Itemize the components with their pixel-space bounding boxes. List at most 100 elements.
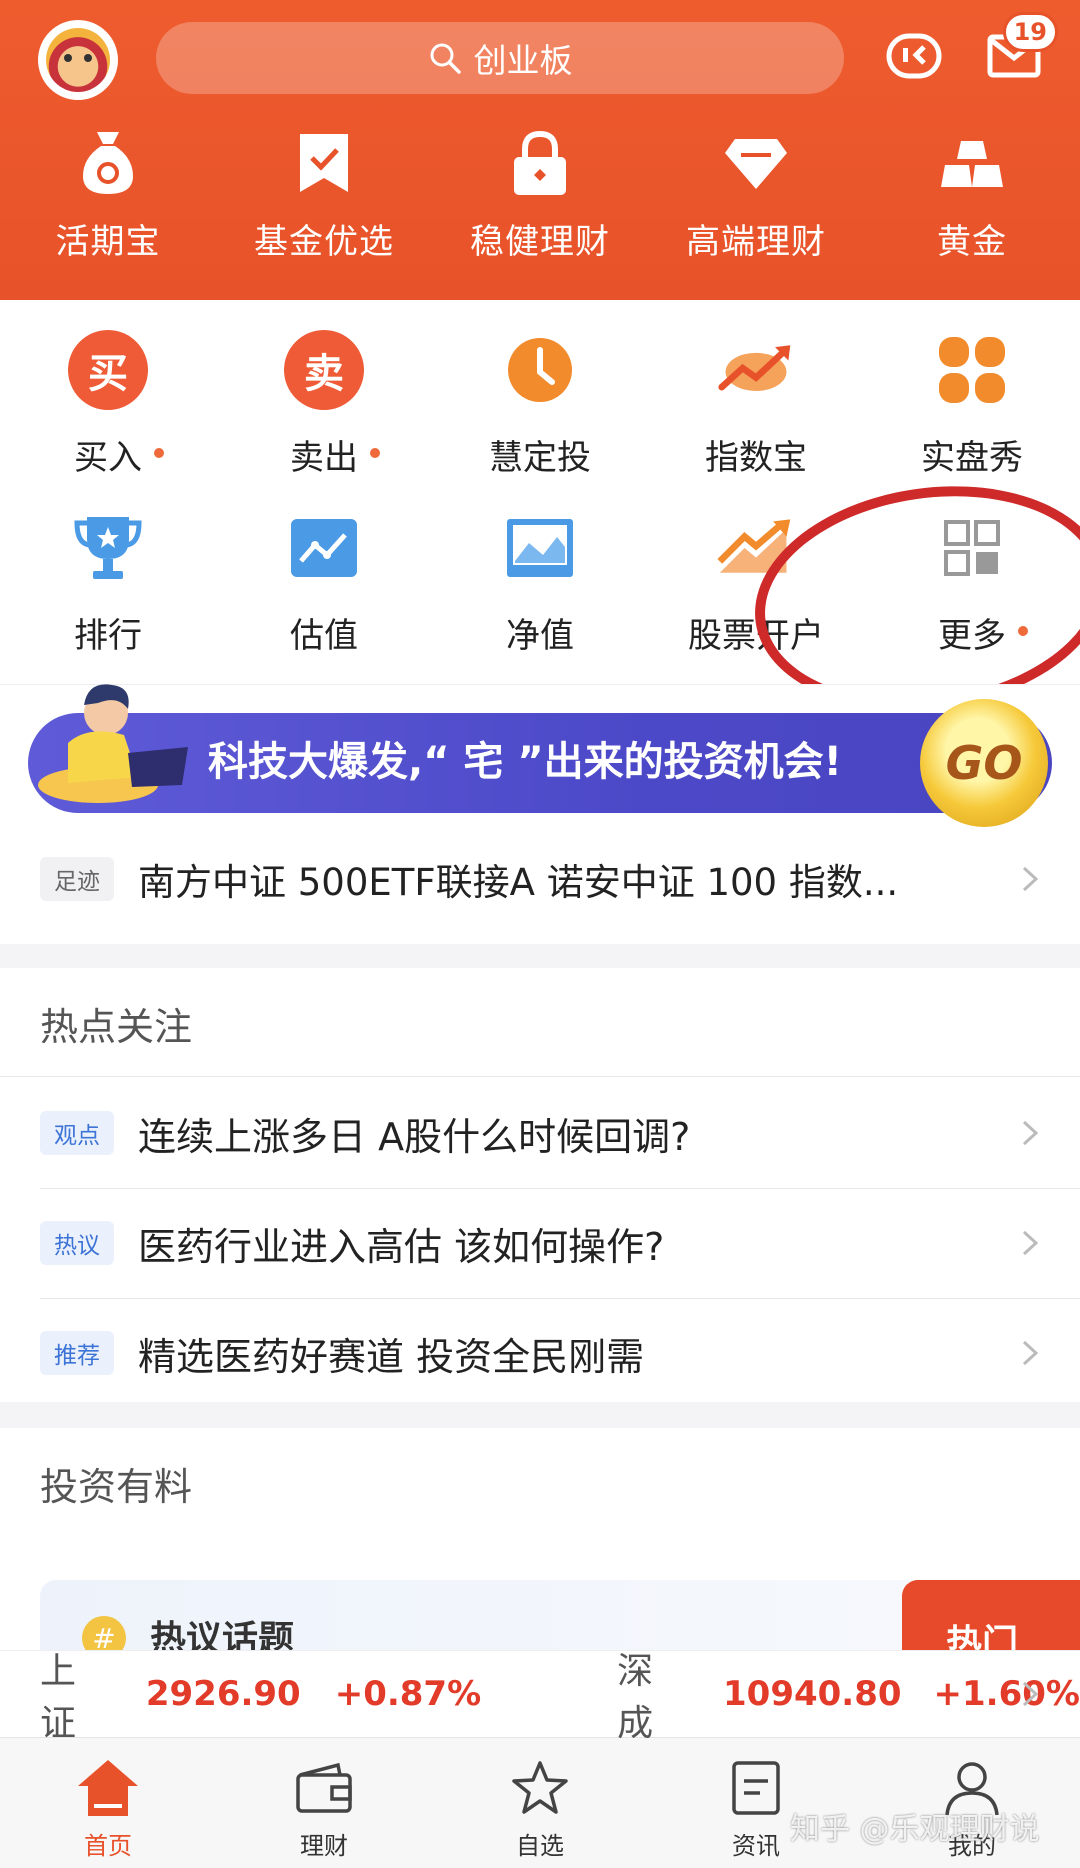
sell-icon: 卖 bbox=[284, 330, 364, 410]
grid-item-more[interactable]: 更多 bbox=[864, 508, 1080, 657]
chevron-right-icon bbox=[1022, 866, 1039, 892]
chevron-right-icon bbox=[1022, 1120, 1039, 1146]
sh-index-value: 2926.90 bbox=[145, 1674, 301, 1714]
footprint-tag: 足迹 bbox=[40, 857, 114, 901]
grid-label: 排行 bbox=[74, 616, 142, 656]
sh-index-name: 上证 bbox=[40, 1651, 77, 1744]
market-ticker[interactable]: 上证 2926.90 +0.87% 深成 10940.80 +1.60% bbox=[0, 1650, 1080, 1744]
notification-dot bbox=[1018, 626, 1028, 636]
image-chart-icon bbox=[507, 519, 573, 577]
grid-more-icon bbox=[944, 520, 1000, 576]
nav-label: 基金优选 bbox=[254, 222, 394, 262]
grid-row-1: 买 买入 卖 卖出 慧定投 指数宝 实盘秀 bbox=[0, 330, 1080, 479]
grid-item-nav-value[interactable]: 净值 bbox=[432, 508, 648, 657]
chart-icon bbox=[291, 519, 357, 577]
chevron-right-icon bbox=[1022, 1681, 1039, 1707]
document-icon bbox=[732, 1761, 780, 1815]
grid-item-index-bao[interactable]: 指数宝 bbox=[648, 330, 864, 479]
clover-icon bbox=[939, 337, 1005, 403]
nav-high-end-finance[interactable]: 高端理财 bbox=[648, 128, 864, 263]
grid-item-sell[interactable]: 卖 卖出 bbox=[216, 330, 432, 479]
grid-label: 卖出 bbox=[290, 438, 358, 478]
grid-item-ranking[interactable]: 排行 bbox=[0, 508, 216, 657]
buy-icon: 买 bbox=[68, 330, 148, 410]
sz-index-name: 深成 bbox=[617, 1651, 654, 1744]
topic-title: 精选医药好赛道 投资全民刚需 bbox=[138, 1334, 645, 1379]
nav-fund-selection[interactable]: 基金优选 bbox=[216, 128, 432, 263]
function-grid: 买 买入 卖 卖出 慧定投 指数宝 实盘秀 排行 估值 净值 股票开户 更多 bbox=[0, 300, 1080, 684]
grid-item-real-show[interactable]: 实盘秀 bbox=[864, 330, 1080, 479]
section-title: 热点关注 bbox=[40, 1005, 193, 1049]
grid-item-auto-invest[interactable]: 慧定投 bbox=[432, 330, 648, 479]
notification-dot bbox=[370, 448, 380, 458]
nav-gold[interactable]: 黄金 bbox=[864, 128, 1080, 263]
nav-steady-finance[interactable]: 稳健理财 bbox=[432, 128, 648, 263]
divider bbox=[0, 1076, 1080, 1077]
banner-text: 科技大爆发,“ 宅 ”出来的投资机会! bbox=[208, 739, 842, 785]
grid-item-valuation[interactable]: 估值 bbox=[216, 508, 432, 657]
promo-banner[interactable]: 科技大爆发,“ 宅 ”出来的投资机会! GO bbox=[28, 684, 1052, 827]
promo-section: 科技大爆发,“ 宅 ”出来的投资机会! GO 足迹 南方中证 500ETF联接A… bbox=[0, 684, 1080, 944]
avatar-image bbox=[46, 28, 110, 92]
trophy-icon bbox=[74, 517, 142, 579]
tab-watchlist[interactable]: 自选 bbox=[432, 1738, 648, 1868]
person-illustration bbox=[38, 684, 188, 803]
grid-item-buy[interactable]: 买 买入 bbox=[0, 330, 216, 479]
hot-item-1[interactable]: 观点 连续上涨多日 A股什么时候回调? bbox=[0, 1078, 1080, 1188]
gold-bars-icon bbox=[941, 141, 1003, 187]
hot-item-3[interactable]: 推荐 精选医药好赛道 投资全民刚需 bbox=[0, 1298, 1080, 1408]
tab-news[interactable]: 资讯 bbox=[648, 1738, 864, 1868]
tab-label: 资讯 bbox=[732, 1832, 780, 1860]
tab-home[interactable]: 首页 bbox=[0, 1738, 216, 1868]
grid-label: 慧定投 bbox=[489, 438, 591, 478]
tab-mine[interactable]: 我的 bbox=[864, 1738, 1080, 1868]
topic-title: 连续上涨多日 A股什么时候回调? bbox=[138, 1114, 691, 1159]
notification-dot bbox=[154, 448, 164, 458]
trend-arrow-icon bbox=[718, 345, 791, 391]
sz-index-change: +1.60% bbox=[933, 1674, 1080, 1714]
go-button[interactable]: GO bbox=[920, 699, 1048, 827]
bookmark-check-icon bbox=[300, 134, 348, 192]
grid-row-2: 排行 估值 净值 股票开户 更多 bbox=[0, 508, 1080, 657]
clock-icon bbox=[508, 338, 572, 402]
grid-label: 净值 bbox=[506, 616, 574, 656]
topic-tag: 推荐 bbox=[40, 1331, 114, 1375]
topic-title: 医药行业进入高估 该如何操作? bbox=[138, 1224, 665, 1269]
grid-label: 实盘秀 bbox=[921, 438, 1023, 478]
top-nav: 活期宝 基金优选 稳健理财 高端理财 黄金 bbox=[0, 128, 1080, 263]
topic-tag: 观点 bbox=[40, 1111, 114, 1155]
bottom-tab-bar: 首页 理财 自选 资讯 我的 bbox=[0, 1738, 1080, 1868]
sz-index-value: 10940.80 bbox=[723, 1674, 902, 1714]
chevron-right-icon bbox=[1022, 1230, 1039, 1256]
tab-label: 理财 bbox=[300, 1832, 348, 1860]
home-icon bbox=[78, 1760, 138, 1816]
nav-label: 活期宝 bbox=[55, 222, 161, 262]
grid-label: 估值 bbox=[290, 616, 358, 656]
mail-badge: 19 bbox=[1002, 12, 1058, 52]
nav-label: 黄金 bbox=[937, 222, 1007, 262]
header: 创业板 19 活期宝 基金优选 稳健理财 高端理财 黄金 bbox=[0, 0, 1080, 300]
stock-trend-icon bbox=[717, 519, 791, 573]
grid-label: 股票开户 bbox=[688, 616, 824, 656]
nav-huoqibao[interactable]: 活期宝 bbox=[0, 128, 216, 263]
footprint-row[interactable]: 足迹 南方中证 500ETF联接A 诺安中证 100 指数... bbox=[0, 829, 1080, 929]
wallet-icon bbox=[296, 1762, 352, 1813]
customer-service-button[interactable] bbox=[884, 26, 944, 86]
message-button[interactable]: 19 bbox=[984, 12, 1058, 86]
hot-item-2[interactable]: 热议 医药行业进入高估 该如何操作? bbox=[0, 1188, 1080, 1298]
section-title: 投资有料 bbox=[40, 1465, 193, 1509]
search-bar[interactable]: 创业板 bbox=[156, 22, 844, 94]
tab-label: 自选 bbox=[516, 1832, 564, 1860]
nav-label: 稳健理财 bbox=[470, 222, 610, 262]
hot-topics-section: 热点关注 观点 连续上涨多日 A股什么时候回调? 热议 医药行业进入高估 该如何… bbox=[0, 968, 1080, 1402]
tab-label: 首页 bbox=[84, 1832, 132, 1860]
sh-index-change: +0.87% bbox=[334, 1674, 482, 1714]
topic-tag: 热议 bbox=[40, 1221, 114, 1265]
lock-icon bbox=[514, 130, 566, 195]
avatar[interactable] bbox=[38, 20, 118, 100]
watermark: 知乎 @乐观理财说 bbox=[790, 1812, 1040, 1847]
search-placeholder: 创业板 bbox=[473, 41, 573, 80]
grid-label: 买入 bbox=[74, 438, 142, 478]
grid-item-stock-account[interactable]: 股票开户 bbox=[648, 508, 864, 657]
tab-finance[interactable]: 理财 bbox=[216, 1738, 432, 1868]
